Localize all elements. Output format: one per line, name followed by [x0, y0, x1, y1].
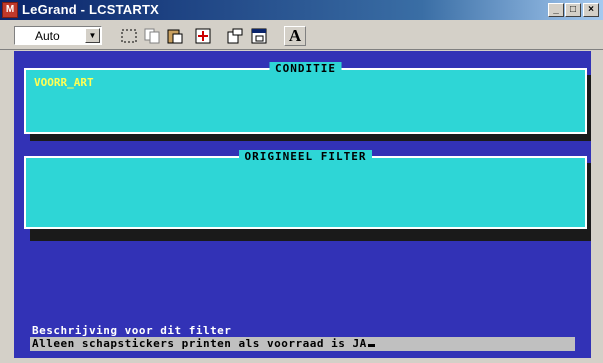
condition-content[interactable]: VOORR_ART — [34, 76, 94, 89]
properties-icon[interactable] — [224, 26, 246, 46]
close-button[interactable]: × — [583, 3, 599, 17]
description-value: Alleen schapstickers printen als voorraa… — [32, 337, 367, 350]
text-cursor — [367, 344, 375, 347]
toolbar: Auto ▼ A — [0, 20, 603, 50]
font-button[interactable]: A — [284, 26, 306, 46]
description-input[interactable]: Alleen schapstickers printen als voorraa… — [30, 337, 575, 351]
filter-title: ORIGINEEL FILTER — [238, 150, 373, 163]
select-icon[interactable] — [118, 26, 140, 46]
minimize-button[interactable]: _ — [548, 3, 564, 17]
font-size-select[interactable]: Auto ▼ — [14, 26, 102, 45]
fullscreen-icon[interactable] — [192, 26, 214, 46]
font-size-value: Auto — [35, 29, 60, 43]
app-icon[interactable]: M — [2, 2, 18, 18]
condition-box: CONDITIE VOORR_ART — [24, 62, 587, 134]
filter-box: ORIGINEEL FILTER — [24, 150, 587, 229]
box-shadow — [30, 227, 591, 241]
copy-icon[interactable] — [141, 26, 163, 46]
window-title: LeGrand - LCSTARTX — [22, 2, 159, 17]
console-window[interactable]: CONDITIE VOORR_ART ORIGINEEL FILTER Besc… — [14, 51, 591, 358]
condition-title: CONDITIE — [269, 62, 342, 75]
maximize-button[interactable]: □ — [565, 3, 581, 17]
paste-icon[interactable] — [164, 26, 186, 46]
title-bar: M LeGrand - LCSTARTX _ □ × — [0, 0, 603, 20]
chevron-down-icon[interactable]: ▼ — [85, 28, 100, 43]
description-label: Beschrijving voor dit filter — [32, 324, 232, 337]
background-icon[interactable] — [248, 26, 270, 46]
